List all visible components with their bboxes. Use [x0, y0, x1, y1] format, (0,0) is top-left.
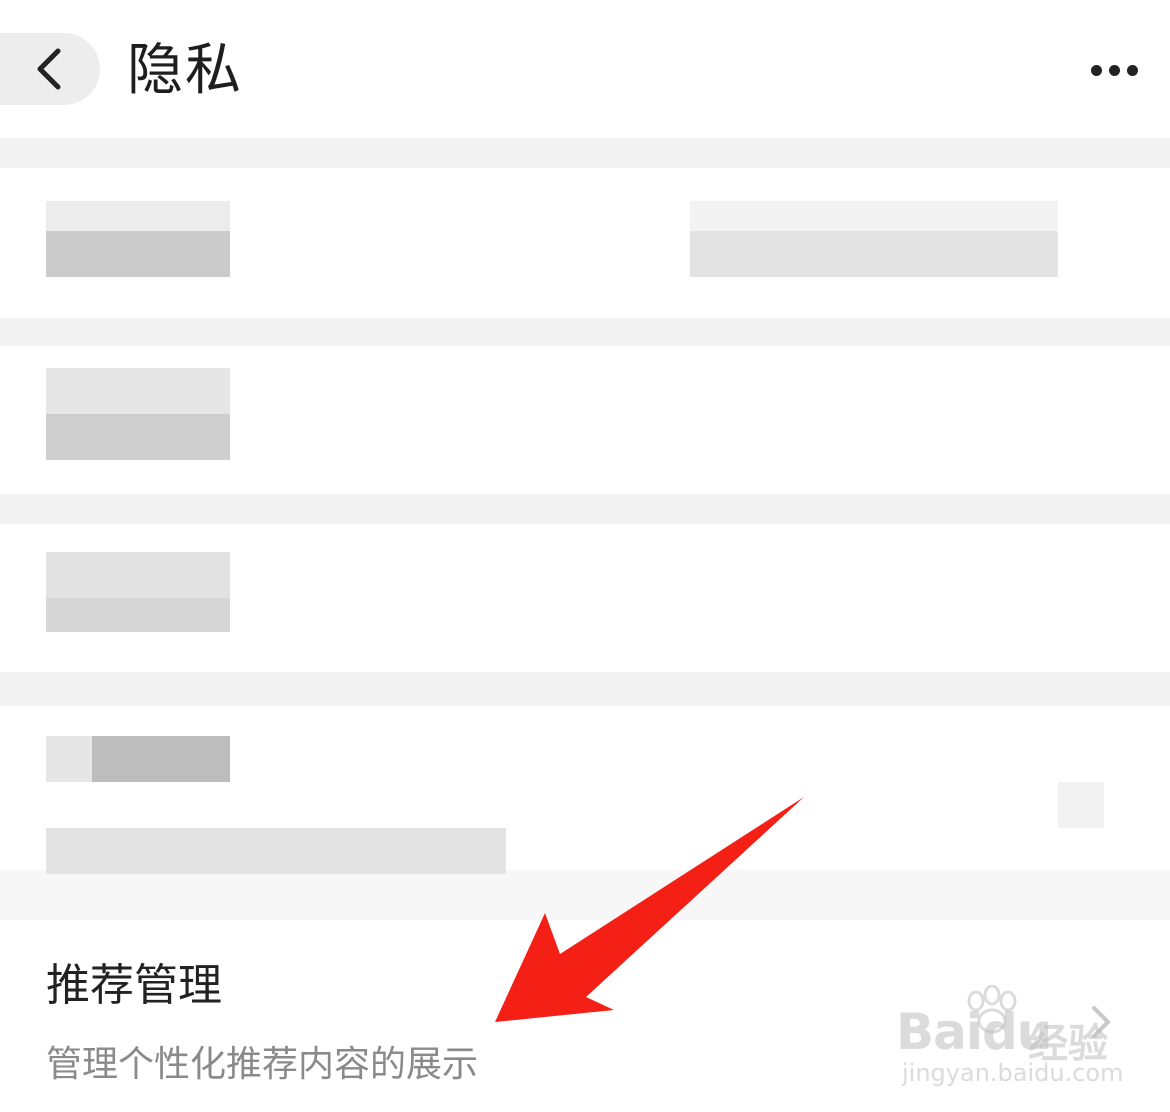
section-divider [0, 138, 1170, 168]
chevron-left-icon [37, 48, 61, 90]
watermark: Baidu 经验 jingyan.baidu.com [896, 985, 1166, 1095]
more-dot [1108, 64, 1120, 76]
section-divider [0, 494, 1170, 524]
more-button[interactable] [1078, 50, 1150, 90]
settings-row[interactable] [0, 524, 1170, 672]
pixelated-value [690, 201, 1058, 231]
pixelated-label [46, 368, 230, 414]
recommend-management-title: 推荐管理 [46, 960, 222, 1011]
pixelated-value [690, 231, 1058, 277]
recommend-management-subtitle: 管理个性化推荐内容的展示 [46, 1044, 479, 1085]
pixelated-label [92, 736, 230, 782]
pixelated-label [46, 414, 230, 460]
more-dot [1090, 64, 1102, 76]
settings-row[interactable] [0, 168, 1170, 318]
section-divider [0, 870, 1170, 920]
settings-row[interactable] [0, 706, 1170, 874]
pixelated-label [46, 736, 92, 782]
pixelated-label [46, 598, 230, 632]
pixelated-label [46, 201, 230, 231]
pixelated-subtitle [46, 828, 506, 874]
pixelated-label [46, 231, 230, 277]
settings-row[interactable] [0, 346, 1170, 494]
pixelated-chevron [1058, 782, 1104, 828]
back-button[interactable] [0, 33, 100, 105]
pixelated-label [46, 552, 230, 598]
page-title: 隐私 [127, 38, 243, 103]
more-dot [1126, 64, 1138, 76]
section-divider [0, 672, 1170, 706]
watermark-url: jingyan.baidu.com [902, 1059, 1124, 1087]
top-bar: 隐私 [0, 0, 1170, 138]
section-divider [0, 318, 1170, 346]
